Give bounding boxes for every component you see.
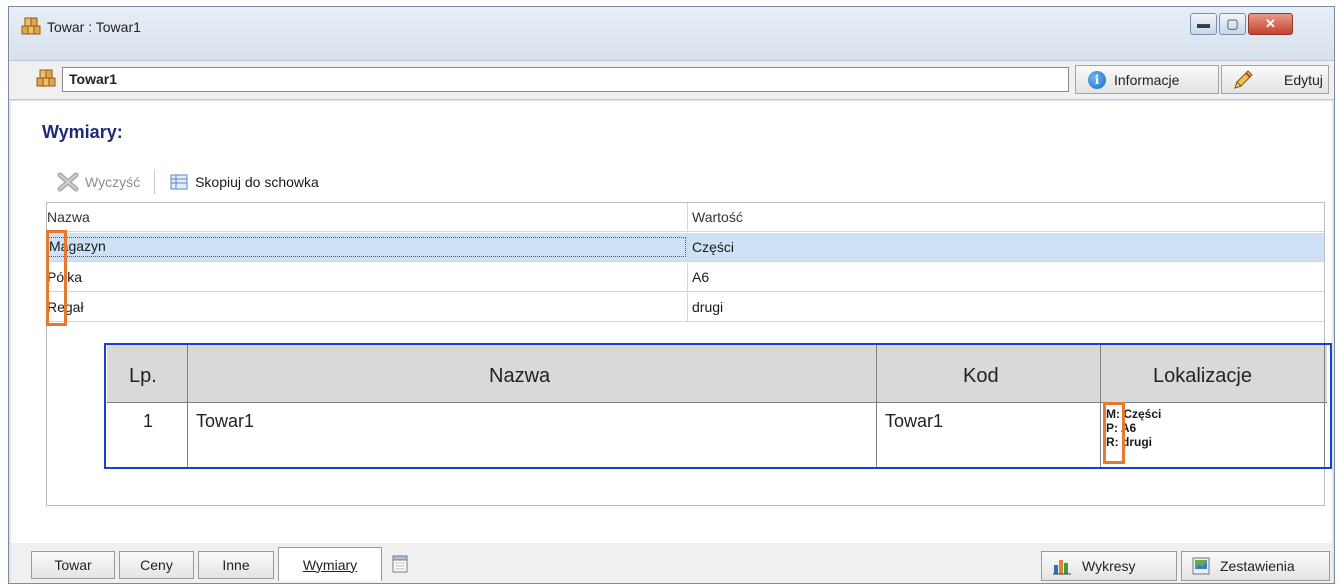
column-divider [687, 263, 688, 291]
tab-inne[interactable]: Inne [198, 551, 274, 579]
info-icon: i [1088, 70, 1106, 89]
towar-icon [21, 17, 41, 35]
column-divider [687, 293, 688, 321]
clear-x-icon [57, 172, 79, 192]
column-divider [687, 203, 688, 231]
report-highlight-frame [104, 343, 1332, 469]
table-row[interactable]: Magazyn Części [46, 233, 1324, 262]
edit-button[interactable]: Edytuj [1221, 65, 1329, 94]
close-button[interactable]: ✕ [1248, 13, 1293, 35]
report-icon [1192, 557, 1210, 575]
grid-header-row: Nazwa Wartość [47, 203, 1324, 232]
table-row[interactable]: Regał drugi [47, 293, 1324, 322]
prefix-highlight-grid [46, 230, 67, 326]
towar-name-field[interactable]: Towar1 [62, 67, 1069, 92]
reports-button-label: Zestawienia [1220, 558, 1295, 574]
info-button[interactable]: i Informacje [1075, 65, 1219, 94]
column-header-name[interactable]: Nazwa [47, 209, 90, 225]
tab-label: Towar [54, 557, 92, 573]
dimensions-toolbar: Wyczyść Skopiuj do schowka [57, 167, 319, 197]
tab-label: Ceny [140, 557, 173, 573]
window-title: Towar : Towar1 [47, 19, 141, 35]
tab-label: Inne [222, 557, 250, 573]
column-header-value[interactable]: Wartość [692, 209, 743, 225]
minimize-icon: ▬ [1197, 16, 1210, 31]
towar-icon [36, 69, 56, 87]
clear-button-label: Wyczyść [85, 174, 141, 190]
bar-chart-icon [1053, 560, 1071, 575]
tab-ceny[interactable]: Ceny [119, 551, 194, 579]
window: Towar : Towar1 ▬ ▢ ✕ Towar1 i Informacje [8, 6, 1335, 584]
info-button-label: Informacje [1114, 71, 1180, 88]
pencil-icon [1234, 69, 1253, 89]
title-bar: Towar : Towar1 ▬ ▢ ✕ [9, 7, 1334, 62]
close-icon: ✕ [1265, 16, 1276, 31]
charts-button-label: Wykresy [1082, 558, 1136, 574]
row-value: drugi [692, 299, 724, 315]
copy-to-clipboard-button[interactable]: Skopiuj do schowka [169, 173, 319, 191]
maximize-button[interactable]: ▢ [1219, 13, 1246, 35]
row-value: Części [692, 239, 735, 255]
calendar-icon[interactable] [392, 555, 408, 573]
charts-button[interactable]: Wykresy [1041, 551, 1177, 581]
minimize-button[interactable]: ▬ [1190, 13, 1217, 35]
section-title: Wymiary: [42, 122, 123, 142]
clipboard-icon [170, 174, 188, 190]
reports-button[interactable]: Zestawienia [1181, 551, 1330, 581]
tab-towar[interactable]: Towar [31, 551, 115, 579]
edit-button-label: Edytuj [1284, 71, 1323, 88]
tab-wymiary[interactable]: Wymiary [278, 547, 382, 581]
clear-button[interactable]: Wyczyść [57, 172, 140, 192]
bottom-tab-bar: Towar Ceny Inne Wymiary Wykresy Zestawie… [11, 543, 1332, 583]
main-content: Wymiary: Wyczyść Skopiuj do schowka Nazw… [11, 101, 1332, 543]
tab-label: Wymiary [302, 556, 358, 573]
name-bar: Towar1 i Informacje Edytuj [9, 60, 1334, 100]
table-row[interactable]: Półka A6 [47, 263, 1324, 292]
row-value: A6 [692, 269, 710, 285]
prefix-highlight-report [1103, 402, 1125, 464]
row-name: Magazyn [46, 237, 686, 257]
toolbar-divider [154, 170, 156, 194]
column-divider [687, 233, 688, 261]
maximize-icon: ▢ [1226, 16, 1239, 31]
copy-button-label: Skopiuj do schowka [195, 174, 319, 190]
